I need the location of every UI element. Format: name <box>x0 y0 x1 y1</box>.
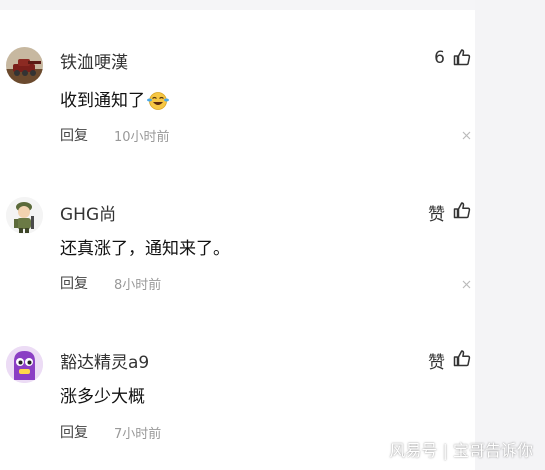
user-avatar[interactable] <box>6 197 43 234</box>
cartoon-soldier-avatar-icon <box>6 197 43 234</box>
thumbs-up-icon[interactable] <box>453 201 471 219</box>
comment-username[interactable]: 豁达精灵a9 <box>60 348 149 373</box>
comment-item: 豁达精灵a9 涨多少大概 回复 7小时前 赞 <box>0 298 475 442</box>
like-count[interactable]: 6 <box>434 48 445 68</box>
comment-text-body: 收到通知了 <box>60 91 145 111</box>
close-icon[interactable] <box>462 131 471 140</box>
comment-username[interactable]: GHG尚 <box>60 200 116 225</box>
reply-button[interactable]: 回复 <box>60 125 88 145</box>
right-background-strip <box>475 0 545 470</box>
comment-timestamp: 7小时前 <box>114 427 162 442</box>
thumbs-up-icon[interactable] <box>453 48 471 66</box>
reply-button[interactable]: 回复 <box>60 422 88 442</box>
comment-username[interactable]: 铁洫哽漢 <box>60 48 128 73</box>
like-button[interactable]: 赞 <box>428 200 445 225</box>
comment-text: 涨多少大概 <box>60 387 145 407</box>
comment-timestamp: 8小时前 <box>114 278 162 293</box>
comment-text: 还真涨了，通知来了。 <box>60 239 230 259</box>
watermark: 风易号 | 宝哥告诉你 <box>389 441 533 460</box>
user-avatar[interactable] <box>6 346 43 383</box>
comment-timestamp: 10小时前 <box>114 130 170 145</box>
reply-button[interactable]: 回复 <box>60 273 88 293</box>
user-avatar[interactable] <box>6 47 43 84</box>
like-button[interactable]: 赞 <box>428 348 445 373</box>
tank-avatar-icon <box>6 47 43 84</box>
comment-text: 收到通知了 <box>60 86 170 111</box>
purple-monster-avatar-icon <box>6 346 43 383</box>
thumbs-up-icon[interactable] <box>453 349 471 367</box>
close-icon[interactable] <box>462 280 471 289</box>
comment-item: GHG尚 还真涨了，通知来了。 回复 8小时前 赞 <box>0 150 475 293</box>
laughing-crying-emoji-icon <box>147 92 169 110</box>
comment-item: 铁洫哽漢 收到通知了 回复 10小时前 6 <box>0 0 475 145</box>
